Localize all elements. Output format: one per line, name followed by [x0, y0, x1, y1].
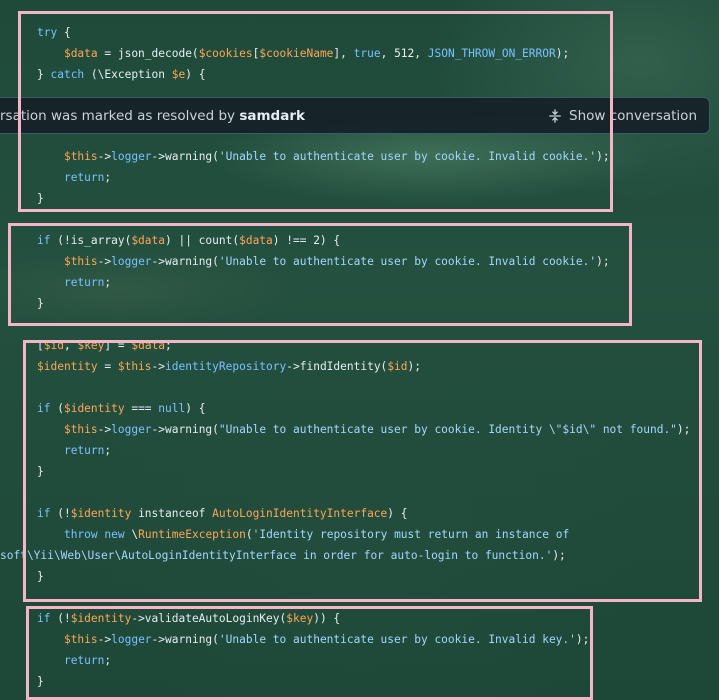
- resolved-text: rsation was marked as resolved by samdar…: [0, 107, 305, 124]
- code-line: if (!$identity->validateAutoLoginKey($ke…: [37, 612, 341, 625]
- code-line: }: [37, 465, 44, 478]
- resolved-by-user[interactable]: samdark: [239, 108, 305, 124]
- code-line: }: [37, 570, 44, 583]
- code-line: $this->logger->warning('Unable to authen…: [63, 255, 610, 268]
- code-line: return;: [63, 171, 112, 184]
- code-line: if ($identity === null) {: [37, 402, 206, 415]
- code-line: } catch (\Exception $e) {: [37, 68, 206, 81]
- show-conversation-button[interactable]: Show conversation: [548, 108, 709, 124]
- code-line: if (!is_array($data) || count($data) !==…: [37, 234, 341, 247]
- code-line: $this->logger->warning('Unable to authen…: [63, 633, 590, 646]
- code-line: }: [37, 675, 44, 688]
- code-line: soft\Yii\Web\User\AutoLoginIdentityInter…: [0, 549, 566, 562]
- code-line: }: [37, 192, 44, 205]
- code-line: $this->logger->warning('Unable to authen…: [63, 150, 610, 163]
- code-line: $this->logger->warning("Unable to authen…: [63, 423, 691, 436]
- code-line: [$id, $key] = $data;: [37, 339, 172, 352]
- code-line: throw new \RuntimeException('Identity re…: [63, 528, 570, 541]
- code-line: }: [37, 297, 44, 310]
- code-line: if (!$identity instanceof AutoLoginIdent…: [37, 507, 408, 520]
- code-line: $data = json_decode($cookies[$cookieName…: [63, 47, 570, 60]
- show-conversation-label: Show conversation: [569, 107, 697, 124]
- code-line: try {: [37, 26, 71, 39]
- unfold-icon: [549, 108, 561, 123]
- code-line: $identity = $this->identityRepository->f…: [37, 360, 422, 373]
- code-line: return;: [63, 276, 112, 289]
- code-line: return;: [63, 654, 112, 667]
- resolved-conversation-bar: rsation was marked as resolved by samdar…: [0, 97, 710, 134]
- code-line: return;: [63, 444, 112, 457]
